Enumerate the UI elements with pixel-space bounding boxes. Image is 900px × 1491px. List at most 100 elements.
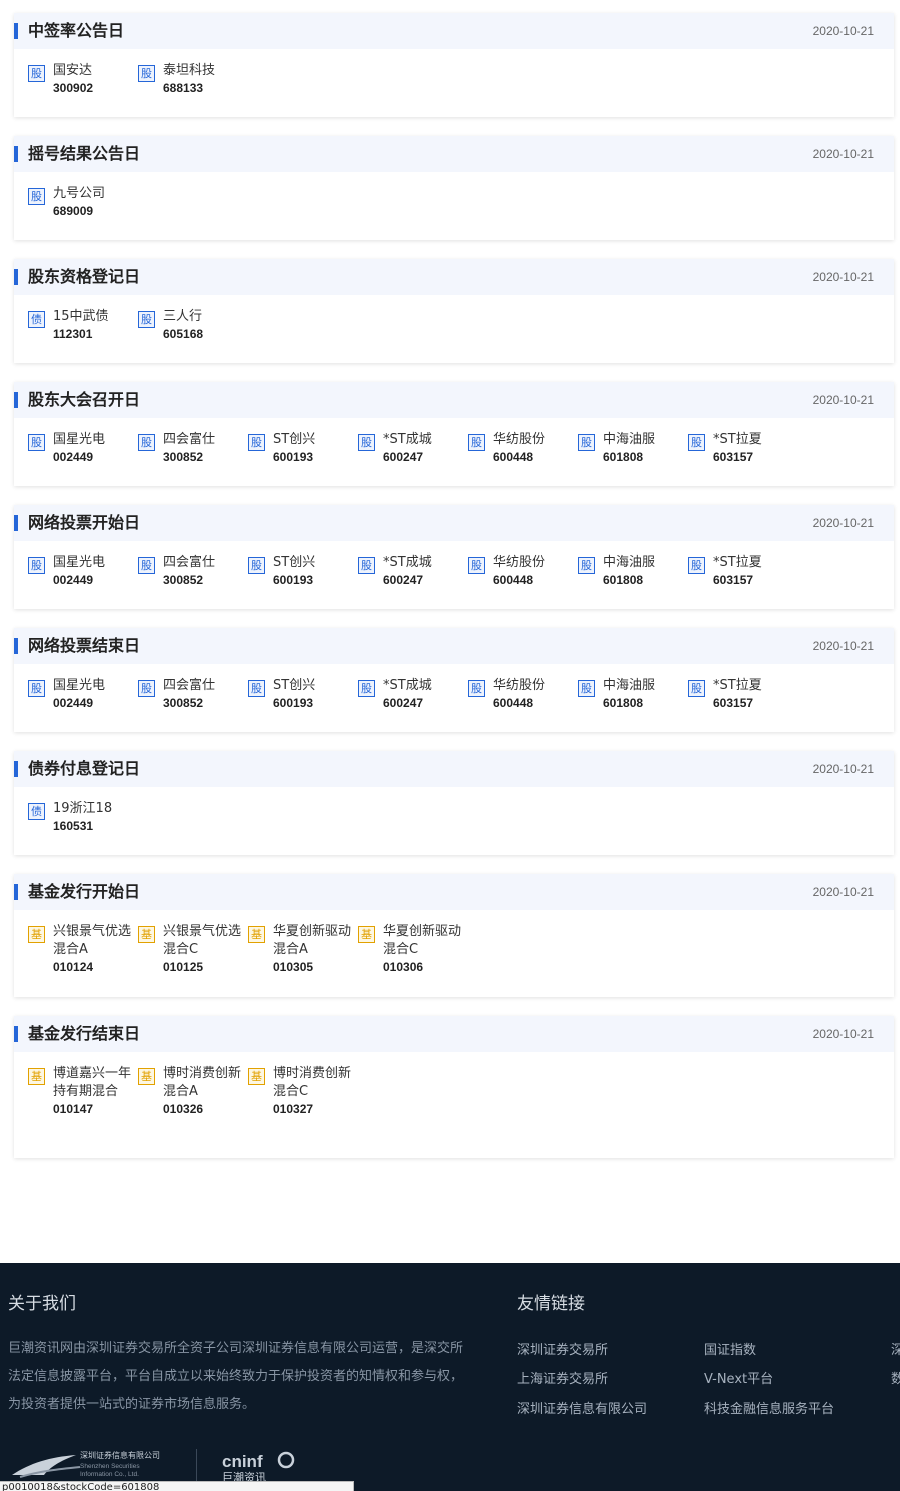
card-title: 股东资格登记日: [28, 267, 141, 286]
accent-bar: [14, 269, 18, 285]
security-code: 010125: [163, 960, 204, 974]
security-name: 四会富仕: [163, 432, 216, 447]
card-date: 2020-10-21: [812, 516, 874, 530]
security-name: 四会富仕: [163, 678, 216, 693]
event-card: 网络投票结束日 2020-10-21 股国星光电 002449 股四会富仕 300852 股…: [14, 628, 894, 732]
event-card: 债券付息登记日 2020-10-21 债 19浙江18 160531: [14, 751, 894, 855]
links-title: 友情链接: [517, 1294, 585, 1314]
link-cut-1[interactable]: 深: [891, 1343, 900, 1359]
fund-badge-icon: 基: [138, 1068, 155, 1085]
bond-badge-icon: 债: [28, 803, 45, 820]
fund-badge-icon: 基: [248, 926, 265, 943]
security-name: 中海油服: [603, 678, 656, 693]
security-code: 300902: [53, 81, 94, 95]
accent-bar: [14, 1026, 18, 1042]
svg-text:cninf: cninf: [222, 1452, 263, 1471]
stock-badge-icon: 股: [138, 434, 155, 451]
link-vnext[interactable]: V-Next平台: [704, 1372, 773, 1388]
security-code: 002449: [53, 450, 94, 464]
card-header: 基金发行开始日 2020-10-21: [14, 874, 894, 910]
security-code: 300852: [163, 450, 204, 464]
accent-bar: [14, 884, 18, 900]
security-name: *ST拉夏: [713, 555, 762, 570]
cninf-logo: cninf 巨潮资讯: [222, 1451, 295, 1483]
security-code: 600193: [273, 573, 314, 587]
link-ssinfo[interactable]: 深圳证券信息有限公司: [517, 1402, 647, 1418]
card-date: 2020-10-21: [812, 885, 874, 899]
stock-badge-icon: 股: [358, 557, 375, 574]
card-date: 2020-10-21: [812, 1027, 874, 1041]
security-name: 九号公司: [53, 186, 106, 201]
security-code: 605168: [163, 327, 204, 341]
stock-badge-icon: 股: [578, 434, 595, 451]
security-name: 国星光电: [53, 555, 106, 570]
stock-badge-icon: 股: [248, 680, 265, 697]
security-name: 国星光电: [53, 678, 106, 693]
card-header: 摇号结果公告日 2020-10-21: [14, 136, 894, 172]
security-name: 国星光电: [53, 432, 106, 447]
link-cnindex[interactable]: 国证指数: [704, 1343, 756, 1359]
security-code: 010305: [273, 960, 314, 974]
stock-badge-icon: 股: [578, 557, 595, 574]
card-header: 股东大会召开日 2020-10-21: [14, 382, 894, 418]
security-name: ST创兴: [273, 432, 316, 447]
security-code: 600193: [273, 696, 314, 710]
security-code: 600247: [383, 450, 424, 464]
security-code: 300852: [163, 573, 204, 587]
card-date: 2020-10-21: [812, 270, 874, 284]
status-bar-url: p0010018&stockCode=601808: [0, 1481, 354, 1491]
security-name: 博时消费创新 混合A: [163, 1066, 242, 1099]
security-name: 华夏创新驱动 混合C: [383, 924, 462, 957]
security-code: 603157: [713, 573, 754, 587]
event-card: 基金发行开始日 2020-10-21 基兴银景气优选 混合A 010124 基兴银景气优选…: [14, 874, 894, 997]
stock-badge-icon: 股: [138, 311, 155, 328]
link-sse[interactable]: 上海证券交易所: [517, 1372, 608, 1388]
security-name: 中海油服: [603, 432, 656, 447]
security-name: 兴银景气优选 混合A: [53, 924, 132, 957]
security-code: 010124: [53, 960, 94, 974]
security-name: 四会富仕: [163, 555, 216, 570]
security-code: 002449: [53, 696, 94, 710]
card-date: 2020-10-21: [812, 639, 874, 653]
security-name: 华夏创新驱动 混合A: [273, 924, 352, 957]
bond-badge-icon: 债: [28, 311, 45, 328]
accent-bar: [14, 23, 18, 39]
svg-text:Information Co., Ltd.: Information Co., Ltd.: [80, 1471, 139, 1478]
security-code: 603157: [713, 696, 754, 710]
card-date: 2020-10-21: [812, 147, 874, 161]
security-code: 600448: [493, 450, 534, 464]
security-code: 600247: [383, 573, 424, 587]
security-code: 603157: [713, 450, 754, 464]
security-name: ST创兴: [273, 678, 316, 693]
stock-badge-icon: 股: [688, 680, 705, 697]
ssinfo-logo: 深圳证券信息有限公司 Shenzhen Securities Informati…: [12, 1450, 160, 1478]
security-name: *ST成城: [383, 678, 432, 693]
security-name: 华纺股份: [493, 555, 546, 570]
security-name: *ST成城: [383, 432, 432, 447]
card-header: 网络投票开始日 2020-10-21: [14, 505, 894, 541]
security-code: 002449: [53, 573, 94, 587]
security-name: 三人行: [163, 309, 203, 324]
card-header: 债券付息登记日 2020-10-21: [14, 751, 894, 787]
stock-badge-icon: 股: [468, 680, 485, 697]
security-code: 601808: [603, 450, 644, 464]
security-name: 19浙江18: [53, 801, 113, 816]
accent-bar: [14, 392, 18, 408]
stock-badge-icon: 股: [28, 680, 45, 697]
stock-badge-icon: 股: [138, 680, 155, 697]
security-name: *ST拉夏: [713, 432, 762, 447]
svg-text:Shenzhen Securities: Shenzhen Securities: [80, 1463, 140, 1470]
about-title: 关于我们: [8, 1294, 76, 1314]
link-szse[interactable]: 深圳证券交易所: [517, 1343, 608, 1359]
event-card: 基金发行结束日 2020-10-21 基博道嘉兴一年 持有期混合 010147 基博时消费…: [14, 1016, 894, 1158]
stock-badge-icon: 股: [578, 680, 595, 697]
security-code: 010147: [53, 1102, 94, 1116]
card-title: 网络投票开始日: [28, 513, 141, 532]
stock-badge-icon: 股: [248, 434, 265, 451]
card-title: 债券付息登记日: [28, 759, 141, 778]
link-techfin[interactable]: 科技金融信息服务平台: [704, 1402, 834, 1418]
security-name: ST创兴: [273, 555, 316, 570]
security-code: 010327: [273, 1102, 314, 1116]
accent-bar: [14, 515, 18, 531]
link-cut-2[interactable]: 数: [891, 1372, 900, 1388]
